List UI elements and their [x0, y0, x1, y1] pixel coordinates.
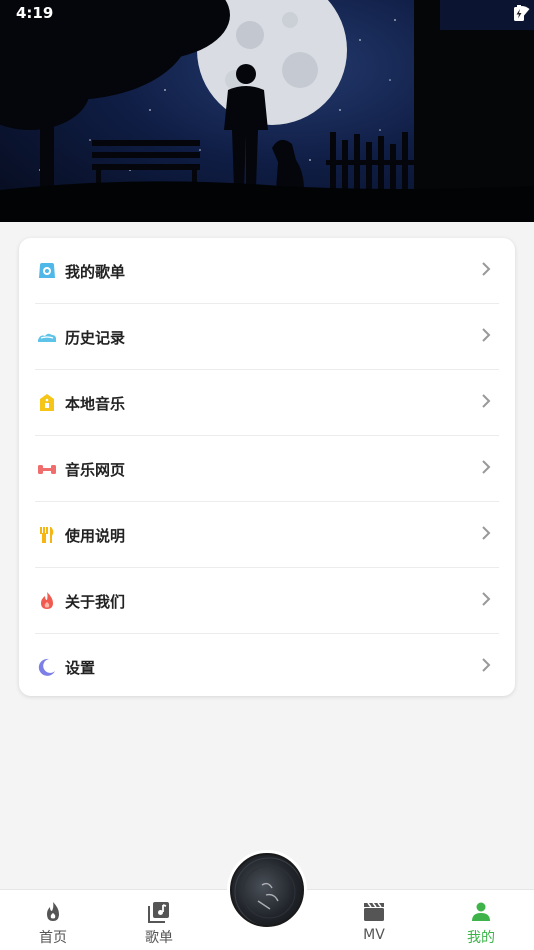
status-time: 4:19	[16, 4, 54, 22]
instructions-icon	[37, 525, 57, 545]
playlist-icon	[147, 900, 171, 924]
nav-label: 我的	[467, 930, 495, 946]
settings-icon	[37, 657, 57, 677]
menu-item-label: 我的歌单	[65, 262, 126, 281]
chevron-right-icon	[482, 592, 491, 606]
person-icon	[469, 900, 493, 924]
menu-item-history[interactable]: 历史记录	[35, 304, 499, 370]
chevron-right-icon	[482, 460, 491, 474]
menu-item-label: 关于我们	[65, 592, 126, 611]
clapperboard-icon	[362, 900, 386, 924]
nav-item-playlist[interactable]: 歌单	[106, 890, 212, 950]
nav-label: 歌单	[145, 930, 173, 946]
menu-item-local-music[interactable]: 本地音乐	[35, 370, 499, 436]
playlist-icon	[37, 261, 57, 281]
menu-card: 我的歌单 历史记录 本地音乐 音乐网页 使用说明 关于我们 设置	[19, 238, 515, 696]
menu-item-my-playlist[interactable]: 我的歌单	[35, 238, 499, 304]
about-us-icon	[37, 591, 57, 611]
nav-label: 首页	[39, 930, 67, 946]
menu-item-label: 音乐网页	[65, 460, 126, 479]
banner-night-illustration	[0, 0, 534, 222]
nav-item-mv[interactable]: MV	[321, 890, 427, 950]
chevron-right-icon	[482, 658, 491, 672]
nav-label: MV	[363, 927, 385, 943]
status-bar: 4:19	[0, 0, 534, 28]
chevron-right-icon	[482, 526, 491, 540]
menu-item-instructions[interactable]: 使用说明	[35, 502, 499, 568]
music-web-icon	[37, 459, 57, 479]
album-disc-icon	[230, 853, 304, 927]
chevron-right-icon	[482, 262, 491, 276]
menu-item-label: 历史记录	[65, 328, 126, 347]
local-music-icon	[37, 393, 57, 413]
menu-item-label: 使用说明	[65, 526, 126, 545]
chevron-right-icon	[482, 394, 491, 408]
history-icon	[37, 327, 57, 347]
nav-item-home[interactable]: 首页	[0, 890, 106, 950]
header-banner: 4:19	[0, 0, 534, 222]
menu-item-about-us[interactable]: 关于我们	[35, 568, 499, 634]
menu-item-settings[interactable]: 设置	[35, 634, 499, 700]
menu-item-label: 设置	[65, 658, 96, 677]
flame-icon	[41, 900, 65, 924]
now-playing-disc-button[interactable]	[227, 850, 307, 930]
nav-item-mine[interactable]: 我的	[428, 890, 534, 950]
menu-item-music-web[interactable]: 音乐网页	[35, 436, 499, 502]
menu-item-label: 本地音乐	[65, 394, 126, 413]
chevron-right-icon	[482, 328, 491, 342]
